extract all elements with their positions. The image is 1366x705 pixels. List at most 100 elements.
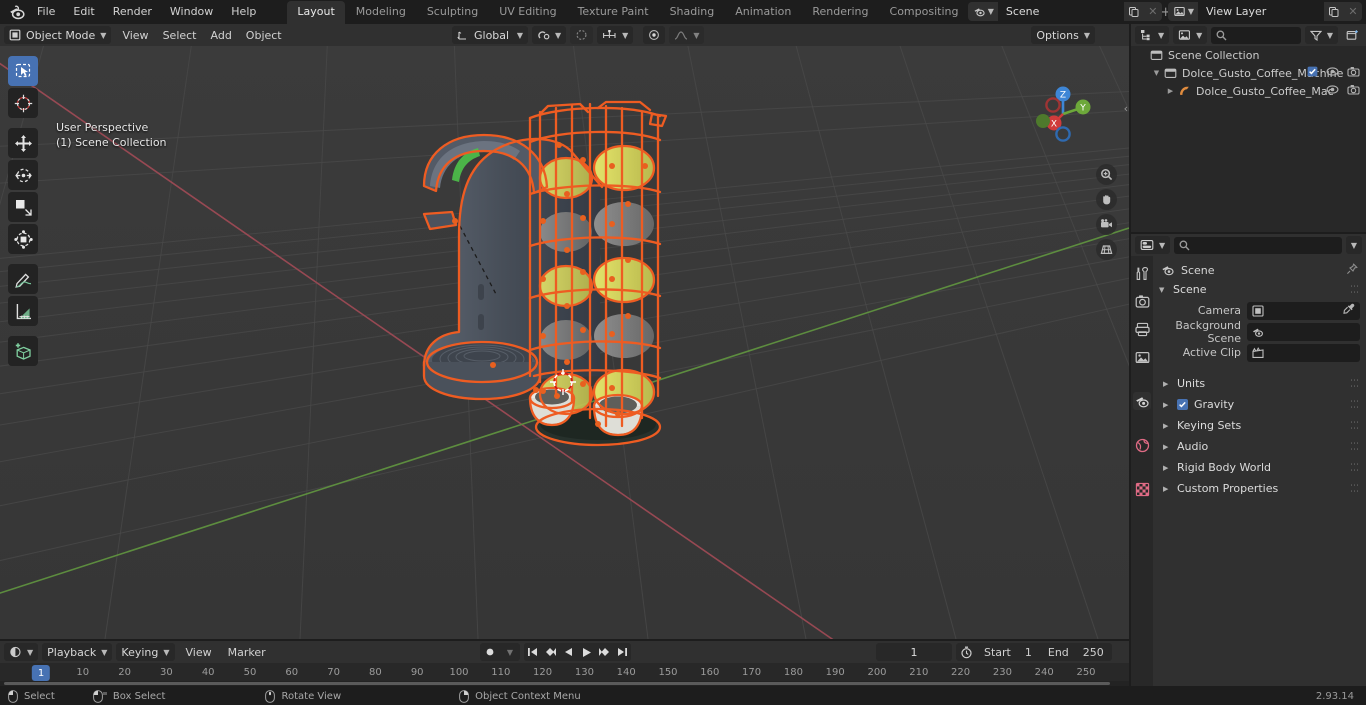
timeline-menu-view[interactable]: View: [179, 643, 219, 661]
panel-scene-header[interactable]: ▼ Scene ⋯ ⋯: [1153, 280, 1366, 299]
view-layer-selector[interactable]: ▼ View Layer ✕: [1167, 2, 1362, 21]
snap-magnet-toggle[interactable]: ▼: [532, 26, 567, 44]
field-camera-input[interactable]: [1247, 301, 1360, 320]
panel-custom-properties-header[interactable]: ▶ Custom Properties ⋯ ⋯: [1153, 479, 1366, 498]
auto-keying-chevron-icon[interactable]: ▼: [500, 643, 520, 661]
outliner-row[interactable]: ▶ Dolce_Gusto_Coffee_Mac: [1131, 82, 1366, 100]
new-collection-icon[interactable]: [1342, 26, 1362, 44]
timeline-menu-playback[interactable]: Playback ▼: [42, 643, 113, 661]
outliner-editor-type-button[interactable]: ▼: [1135, 26, 1170, 44]
jump-to-end-icon[interactable]: [614, 643, 631, 661]
menu-edit[interactable]: Edit: [64, 2, 103, 22]
workspace-tab-shading[interactable]: Shading: [660, 1, 725, 24]
world-tab[interactable]: [1133, 436, 1151, 454]
scene-selector[interactable]: ▼ Scene ✕: [967, 2, 1162, 21]
menu-render[interactable]: Render: [104, 2, 161, 22]
proportional-falloff-dropdown[interactable]: ▼: [669, 26, 705, 44]
start-frame-field[interactable]: Start 1: [976, 643, 1040, 661]
render-camera-icon[interactable]: [1347, 66, 1360, 80]
workspace-tab-uv-editing[interactable]: UV Editing: [489, 1, 566, 24]
outliner-display-mode-dropdown[interactable]: ▼: [1173, 26, 1208, 44]
current-frame-field[interactable]: 1: [876, 643, 952, 661]
panel-checkbox[interactable]: [1177, 399, 1188, 410]
field-active-clip-input[interactable]: [1247, 343, 1360, 362]
menu-help[interactable]: Help: [222, 2, 265, 22]
workspace-tab-texture-paint[interactable]: Texture Paint: [568, 1, 659, 24]
output-tab[interactable]: [1133, 320, 1151, 338]
workspace-tab-animation[interactable]: Animation: [725, 1, 801, 24]
pin-icon[interactable]: [1346, 262, 1358, 278]
viewport-menu-object[interactable]: Object: [239, 26, 289, 44]
visibility-eye-icon[interactable]: [1326, 84, 1339, 98]
jump-prev-keyframe-icon[interactable]: [542, 643, 559, 661]
annotate-tool[interactable]: [8, 264, 38, 294]
end-frame-field[interactable]: End 250: [1040, 643, 1112, 661]
panel-audio-header[interactable]: ▶ Audio ⋯ ⋯: [1153, 437, 1366, 456]
render-camera-icon[interactable]: [1347, 84, 1360, 98]
camera-view-icon[interactable]: [1096, 214, 1117, 235]
view-layer-name[interactable]: View Layer: [1198, 2, 1324, 21]
expander-icon[interactable]: ▼: [1151, 67, 1162, 79]
tool-tab[interactable]: [1133, 264, 1151, 282]
panel-gravity-header[interactable]: ▶ Gravity ⋯ ⋯: [1153, 395, 1366, 414]
viewport-menu-view[interactable]: View: [115, 26, 155, 44]
menu-file[interactable]: File: [28, 2, 64, 22]
visibility-eye-icon[interactable]: [1326, 66, 1339, 80]
scene-name[interactable]: Scene: [997, 2, 1124, 21]
panel-keying-sets-header[interactable]: ▶ Keying Sets ⋯ ⋯: [1153, 416, 1366, 435]
record-icon[interactable]: [480, 643, 500, 661]
render-tab[interactable]: [1133, 292, 1151, 310]
outliner-row[interactable]: ▼ Dolce_Gusto_Coffee_Machine: [1131, 64, 1366, 82]
scene-browse-icon[interactable]: ▼: [967, 2, 998, 21]
workspace-tab-rendering[interactable]: Rendering: [802, 1, 878, 24]
workspace-tab-compositing[interactable]: Compositing: [880, 1, 969, 24]
zoom-icon[interactable]: [1096, 164, 1117, 185]
workspace-tab-sculpting[interactable]: Sculpting: [417, 1, 488, 24]
viewport-menu-add[interactable]: Add: [204, 26, 239, 44]
new-scene-icon[interactable]: [1123, 2, 1144, 21]
tweak-tool[interactable]: [8, 56, 38, 86]
proportional-edit-toggle[interactable]: [570, 26, 594, 44]
viewport-options-dropdown[interactable]: Options ▼: [1031, 26, 1095, 44]
outliner-row[interactable]: Scene Collection: [1131, 46, 1366, 64]
transform-orientation-dropdown[interactable]: Global ▼: [452, 26, 528, 44]
properties-search-input[interactable]: [1174, 236, 1342, 254]
pivot-point-dropdown[interactable]: [643, 26, 666, 44]
ortho-persp-icon[interactable]: [1096, 239, 1117, 260]
properties-options-dropdown[interactable]: ▼: [1345, 236, 1362, 254]
outliner-search-input[interactable]: [1211, 26, 1301, 44]
transform-tool[interactable]: [8, 224, 38, 254]
viewport-canvas[interactable]: User Perspective (1) Scene Collection ▼ …: [0, 46, 1129, 639]
timeline-menu-marker[interactable]: Marker: [221, 643, 273, 661]
object-mode-dropdown[interactable]: Object Mode ▼: [4, 26, 112, 44]
navigation-gizmo[interactable]: Z Y X: [1027, 78, 1099, 150]
expander-icon[interactable]: ▶: [1165, 85, 1176, 97]
use-preview-range-icon[interactable]: [956, 643, 976, 661]
auto-keying-group[interactable]: ▼: [480, 643, 520, 661]
panel-units-header[interactable]: ▶ Units ⋯ ⋯: [1153, 374, 1366, 393]
viewport-menu-select[interactable]: Select: [156, 26, 204, 44]
pan-hand-icon[interactable]: [1096, 189, 1117, 210]
timeline-playhead[interactable]: 1: [31, 665, 51, 681]
eyedropper-icon[interactable]: [1343, 303, 1355, 318]
measure-tool[interactable]: [8, 296, 38, 326]
add-cube-tool[interactable]: [8, 336, 38, 366]
scene-tab[interactable]: [1133, 392, 1151, 410]
row-checkbox[interactable]: [1307, 66, 1318, 80]
field-background-scene-input[interactable]: [1247, 322, 1360, 341]
properties-editor-type-button[interactable]: ▼: [1135, 236, 1171, 254]
cursor-tool[interactable]: [8, 88, 38, 118]
timeline-menu-keying[interactable]: Keying ▼: [116, 643, 175, 661]
remove-view-layer-icon[interactable]: ✕: [1344, 2, 1362, 21]
timeline-editor-type-button[interactable]: ▼: [4, 643, 39, 661]
remove-scene-icon[interactable]: ✕: [1143, 2, 1162, 21]
workspace-tab-layout[interactable]: Layout: [287, 0, 345, 24]
view-layer-tab[interactable]: [1133, 348, 1151, 366]
scale-tool[interactable]: [8, 192, 38, 222]
menu-window[interactable]: Window: [161, 2, 222, 22]
timeline-scrollbar[interactable]: [0, 681, 1129, 686]
outliner-filter-button[interactable]: ▼: [1304, 26, 1338, 44]
sidebar-collapse-arrow[interactable]: ‹: [1124, 102, 1128, 115]
rotate-tool[interactable]: [8, 160, 38, 190]
new-view-layer-icon[interactable]: [1324, 2, 1344, 21]
